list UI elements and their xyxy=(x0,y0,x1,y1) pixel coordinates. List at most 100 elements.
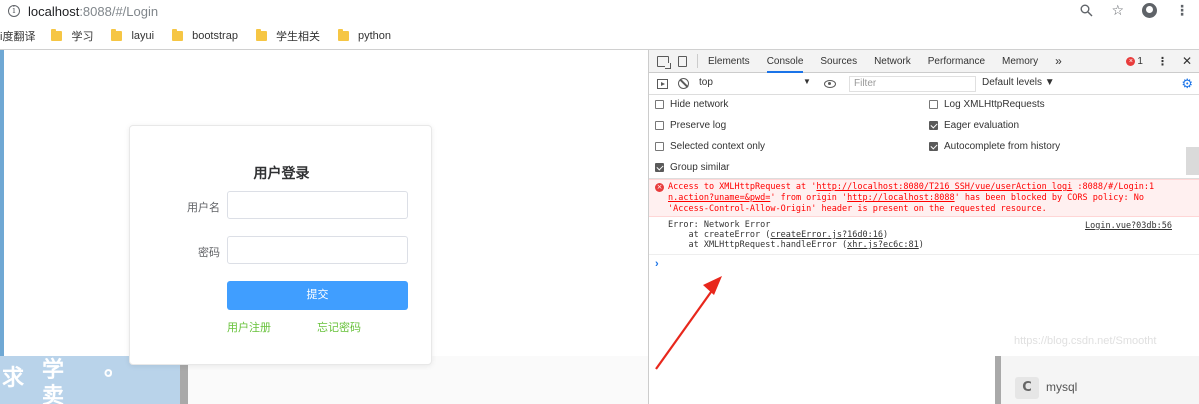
error-text: ' from origin ' xyxy=(770,193,848,203)
bookmark-label: 学生相关 xyxy=(275,31,320,43)
context-select[interactable]: top xyxy=(699,77,811,88)
setting-label: Selected context only xyxy=(670,141,766,152)
folder-icon xyxy=(255,29,267,41)
scrollbar[interactable] xyxy=(1186,147,1199,175)
error-icon: × xyxy=(655,183,664,192)
login-title: 用户登录 xyxy=(253,165,310,181)
forgot-password-link[interactable]: 忘记密码 xyxy=(317,319,361,335)
info-icon[interactable]: i xyxy=(8,5,20,17)
checkbox[interactable] xyxy=(929,121,938,130)
error-count-badge[interactable]: × 1 xyxy=(1126,56,1143,67)
stack-link[interactable]: xhr.js?ec6c:81 xyxy=(847,240,919,250)
background-char: 求 xyxy=(2,366,25,391)
address-bar[interactable]: i localhost:8088/#/Login ☆ ⋮ xyxy=(0,0,1199,22)
log-text: at XMLHttpRequest.handleError ( xyxy=(668,240,848,250)
menu-icon[interactable]: ⋮ xyxy=(1175,2,1189,19)
tab-performance[interactable]: Performance xyxy=(928,50,985,73)
console-toolbar: top ▼ Filter Default levels ▼ ⚙ xyxy=(649,73,1199,95)
tab-sources[interactable]: Sources xyxy=(820,50,857,73)
password-input[interactable] xyxy=(227,236,408,264)
bookmark-label: python xyxy=(357,30,391,42)
error-url-link[interactable]: n.action?uname=&pwd= xyxy=(668,193,770,203)
checkbox[interactable] xyxy=(929,142,938,151)
tab-network[interactable]: Network xyxy=(874,50,911,73)
clear-console-icon[interactable] xyxy=(678,78,689,89)
star-icon[interactable]: ☆ xyxy=(1111,2,1124,19)
bookmark-translate[interactable]: i度翻译 xyxy=(0,28,35,44)
error-url-link[interactable]: http://localhost:8080/T216_SSH/vue/userA… xyxy=(816,182,1072,192)
error-text: :8088/#/Login:1 xyxy=(1072,182,1155,192)
levels-dropdown[interactable]: Default levels ▼ xyxy=(982,77,1055,88)
web-page: 求 学 卖 。 用户登录 用户名 密码 提交 用户注册 忘记密码 xyxy=(0,50,648,404)
bookmark-label: bootstrap xyxy=(192,30,238,42)
error-text: Access to XMLHttpRequest at ' xyxy=(668,182,817,192)
folder-icon xyxy=(172,29,184,41)
setting-label: Preserve log xyxy=(670,120,727,131)
error-line: n.action?uname=&pwd=' from origin 'http:… xyxy=(668,193,1144,204)
url-host[interactable]: localhost xyxy=(28,4,79,19)
url-path[interactable]: :8088/#/Login xyxy=(79,4,158,19)
console-prompt[interactable]: › xyxy=(655,258,659,270)
setting-log-xhr[interactable]: Log XMLHttpRequests xyxy=(929,99,1045,110)
stack-link[interactable]: createError.js?16d0:16 xyxy=(770,230,883,240)
log-text: ) xyxy=(918,240,924,250)
console-settings: Hide network Log XMLHttpRequests Preserv… xyxy=(649,95,1199,179)
profile-icon[interactable] xyxy=(1142,3,1157,18)
caret-down-icon[interactable]: ▼ xyxy=(803,77,811,86)
bookmark-student[interactable]: 学生相关 xyxy=(255,28,320,44)
console-log-message: Error: Network Error at createError (cre… xyxy=(649,217,1199,255)
zoom-icon[interactable] xyxy=(1080,4,1093,17)
watermark: https://blog.csdn.net/Smootht xyxy=(1014,335,1157,347)
log-text: ) xyxy=(882,230,889,240)
setting-group-similar[interactable]: Group similar xyxy=(655,162,729,173)
setting-label: Hide network xyxy=(670,99,729,110)
devtools-actions: × 1 ⋮ ✕ xyxy=(1126,54,1192,68)
inspect-icon[interactable] xyxy=(657,55,671,69)
tab-memory[interactable]: Memory xyxy=(1002,50,1038,73)
setting-selected-context[interactable]: Selected context only xyxy=(655,141,765,152)
setting-eager-eval[interactable]: Eager evaluation xyxy=(929,120,1019,131)
setting-preserve-log[interactable]: Preserve log xyxy=(655,120,726,131)
filter-input[interactable]: Filter xyxy=(849,76,976,92)
log-line: at XMLHttpRequest.handleError (xhr.js?ec… xyxy=(668,240,924,250)
background-char: 卖 xyxy=(42,384,65,404)
tab-console[interactable]: Console xyxy=(766,50,804,73)
console-sidebar-icon[interactable] xyxy=(657,78,668,89)
close-icon[interactable]: ✕ xyxy=(1182,54,1192,68)
error-line: Access to XMLHttpRequest at 'http://loca… xyxy=(668,182,1154,193)
devtools-menu-icon[interactable]: ⋮ xyxy=(1157,55,1168,68)
setting-hide-network[interactable]: Hide network xyxy=(655,99,728,110)
username-label: 用户名 xyxy=(187,202,220,214)
setting-label: Group similar xyxy=(670,162,730,173)
bookmark-bootstrap[interactable]: bootstrap xyxy=(172,29,238,42)
checkbox[interactable] xyxy=(929,100,938,109)
more-tabs-icon[interactable]: » xyxy=(1055,50,1062,73)
setting-label: Eager evaluation xyxy=(944,120,1020,131)
mysql-label[interactable]: mysql xyxy=(1046,380,1077,394)
device-toolbar-icon[interactable] xyxy=(678,55,687,67)
bookmark-python[interactable]: python xyxy=(337,29,391,42)
devtools-panel: Elements Console Sources Network Perform… xyxy=(648,50,1199,404)
submit-button[interactable]: 提交 xyxy=(227,281,408,310)
tab-elements[interactable]: Elements xyxy=(708,50,750,73)
folder-icon xyxy=(337,29,349,41)
bookmarks-bar: i度翻译 学习 layui bootstrap 学生相关 python xyxy=(0,26,409,46)
username-input[interactable] xyxy=(227,191,408,219)
register-link[interactable]: 用户注册 xyxy=(227,319,271,335)
source-link[interactable]: Login.vue?03db:56 xyxy=(1085,221,1172,231)
mysql-icon: C xyxy=(1015,377,1039,399)
login-card: 用户登录 用户名 密码 提交 用户注册 忘记密码 xyxy=(129,125,432,365)
bookmark-study[interactable]: 学习 xyxy=(51,28,93,44)
checkbox[interactable] xyxy=(655,100,664,109)
eye-icon[interactable] xyxy=(824,80,836,88)
browser-actions: ☆ ⋮ xyxy=(1080,2,1189,19)
bookmark-layui[interactable]: layui xyxy=(111,29,154,42)
origin-link[interactable]: http://localhost:8088 xyxy=(847,193,954,203)
gear-icon[interactable]: ⚙ xyxy=(1181,76,1193,92)
checkbox[interactable] xyxy=(655,142,664,151)
checkbox[interactable] xyxy=(655,121,664,130)
setting-label: Autocomplete from history xyxy=(944,141,1061,152)
log-line: at createError (createError.js?16d0:16) xyxy=(668,230,888,240)
checkbox[interactable] xyxy=(655,163,664,172)
setting-autocomplete[interactable]: Autocomplete from history xyxy=(929,141,1060,152)
